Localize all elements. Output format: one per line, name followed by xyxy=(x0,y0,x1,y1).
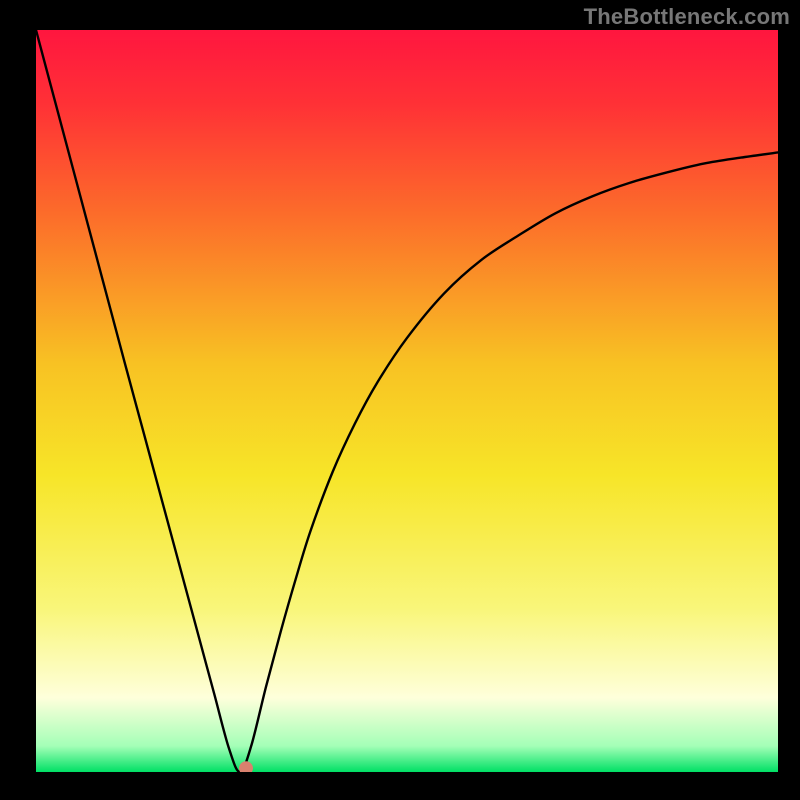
watermark-text: TheBottleneck.com xyxy=(584,4,790,30)
chart-svg xyxy=(36,30,778,772)
gradient-background xyxy=(36,30,778,772)
chart-frame: TheBottleneck.com xyxy=(0,0,800,800)
plot-area xyxy=(36,30,778,772)
